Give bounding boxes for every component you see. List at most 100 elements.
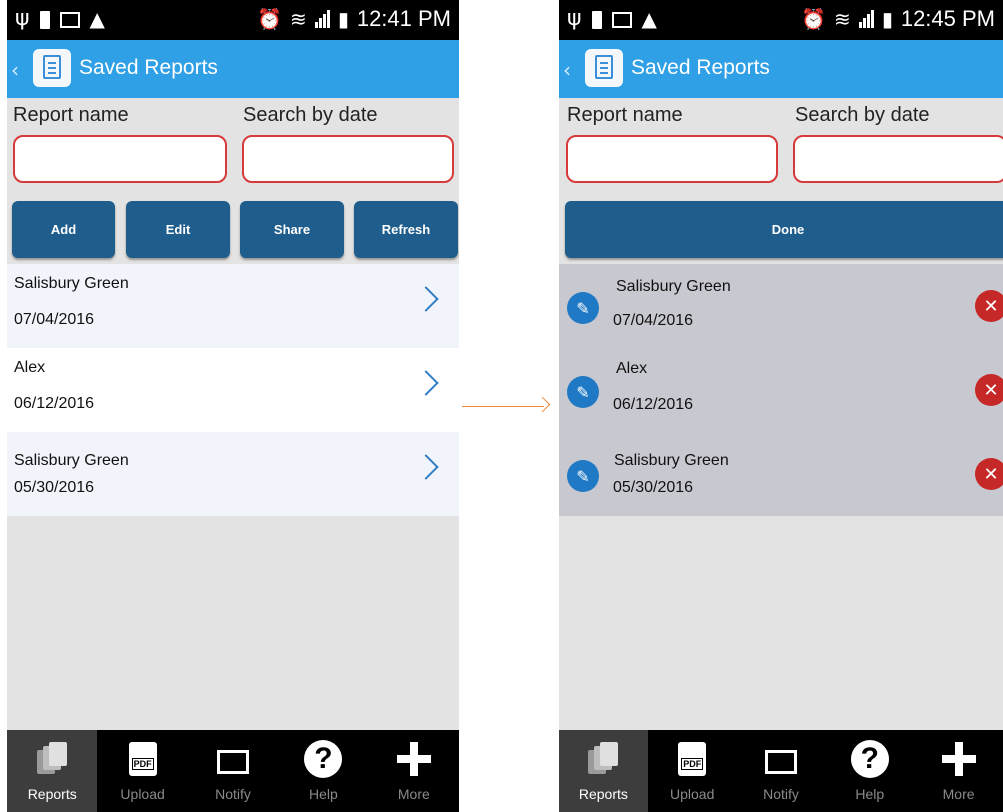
report-name: Salisbury Green	[14, 452, 129, 469]
report-date: 05/30/2016	[14, 479, 95, 496]
arrow-head-icon	[534, 396, 551, 413]
report-name-input[interactable]	[566, 135, 778, 183]
nav-label: Reports	[578, 786, 628, 802]
report-row[interactable]: ✎ Salisbury Green 05/30/2016 ✕	[559, 432, 1003, 516]
report-row[interactable]: ✎ Salisbury Green 07/04/2016 ✕	[559, 264, 1003, 348]
battery-saver-icon	[39, 10, 50, 29]
edit-button[interactable]: Edit	[126, 201, 230, 258]
nav-reports[interactable]: Reports	[559, 730, 648, 812]
delete-x-icon[interactable]: ✕	[975, 458, 1003, 490]
refresh-button[interactable]: Refresh	[354, 201, 458, 258]
report-date: 07/04/2016	[14, 311, 95, 328]
pdf-badge: PDF	[681, 758, 704, 770]
usb-icon: ψ	[15, 6, 30, 31]
report-name: Salisbury Green	[616, 278, 731, 295]
nav-label: Upload	[120, 786, 165, 802]
nav-reports[interactable]: Reports	[7, 730, 98, 812]
status-time: 12:41 PM	[356, 6, 451, 31]
nav-label: Reports	[27, 786, 77, 802]
report-date: 07/04/2016	[613, 312, 694, 329]
bottom-nav: Reports PDF Upload Notify ? Help More	[559, 730, 1003, 812]
report-row[interactable]: Alex 06/12/2016	[7, 348, 459, 432]
pencil-icon[interactable]: ✎	[567, 460, 599, 492]
status-time: 12:45 PM	[900, 6, 995, 31]
report-name: Salisbury Green	[14, 275, 129, 292]
report-date: 06/12/2016	[613, 396, 694, 413]
title-bar: ‹ Saved Reports	[7, 40, 459, 98]
pencil-icon[interactable]: ✎	[567, 292, 599, 324]
status-bar: ψ ▲ ⏰ ≋ ▮ 12:41 PM	[7, 0, 459, 40]
nav-more[interactable]: More	[914, 730, 1003, 812]
pencil-icon[interactable]: ✎	[567, 376, 599, 408]
delete-x-icon[interactable]: ✕	[975, 374, 1003, 406]
report-list: ✎ Salisbury Green 07/04/2016 ✕ ✎ Alex 06…	[559, 264, 1003, 516]
battery-icon: ▮	[881, 7, 893, 31]
nav-label: Upload	[670, 786, 715, 802]
report-row[interactable]: Salisbury Green 07/04/2016	[7, 264, 459, 348]
report-date: 06/12/2016	[14, 395, 95, 412]
wifi-icon: ≋	[290, 7, 307, 31]
folder-icon	[764, 750, 797, 774]
chevron-left-icon[interactable]: ‹	[11, 58, 19, 82]
signal-icon	[314, 10, 330, 28]
help-icon: ?	[850, 740, 889, 778]
search-by-date-input[interactable]	[793, 135, 1003, 183]
report-name-label: Report name	[13, 104, 129, 126]
report-row[interactable]: ✎ Alex 06/12/2016 ✕	[559, 348, 1003, 432]
report-row[interactable]: Salisbury Green 05/30/2016	[7, 432, 459, 516]
battery-saver-icon	[591, 10, 602, 29]
nav-notify[interactable]: Notify	[188, 730, 278, 812]
title-bar: ‹ Saved Reports	[559, 40, 1003, 98]
signal-icon	[858, 10, 874, 28]
report-name: Alex	[14, 359, 46, 376]
image-icon	[59, 11, 80, 28]
page-title: Saved Reports	[79, 56, 218, 79]
nav-label: More	[397, 786, 430, 802]
search-by-date-input[interactable]	[242, 135, 454, 183]
plus-icon	[396, 742, 431, 776]
nav-label: Help	[309, 786, 338, 802]
saved-reports-app-icon	[33, 49, 71, 87]
nav-label: More	[942, 786, 975, 802]
chevron-right-icon[interactable]	[413, 370, 439, 396]
usb-icon: ψ	[567, 6, 582, 31]
status-bar: ψ ▲ ⏰ ≋ ▮ 12:45 PM	[559, 0, 1003, 40]
nav-help[interactable]: ? Help	[825, 730, 914, 812]
pdf-icon: PDF	[678, 742, 707, 776]
add-button[interactable]: Add	[12, 201, 115, 258]
search-by-date-label: Search by date	[243, 104, 378, 126]
phone-screen-left: ψ ▲ ⏰ ≋ ▮ 12:41 PM ‹ Saved Reports Repor…	[7, 0, 459, 812]
reports-icon	[37, 742, 68, 776]
done-button[interactable]: Done	[565, 201, 1003, 258]
share-button[interactable]: Share	[240, 201, 344, 258]
nav-upload[interactable]: PDF Upload	[97, 730, 187, 812]
search-by-date-label: Search by date	[795, 104, 930, 126]
warning-icon: ▲	[89, 6, 105, 31]
battery-icon: ▮	[337, 7, 349, 31]
report-name-input[interactable]	[13, 135, 227, 183]
pdf-icon: PDF	[128, 742, 157, 776]
nav-upload[interactable]: PDF Upload	[648, 730, 737, 812]
report-name: Alex	[616, 360, 648, 377]
chevron-right-icon[interactable]	[413, 454, 439, 480]
bottom-nav: Reports PDF Upload Notify ? Help More	[7, 730, 459, 812]
reports-icon	[588, 742, 619, 776]
warning-icon: ▲	[641, 6, 657, 31]
report-name: Salisbury Green	[614, 452, 729, 469]
nav-label: Help	[855, 786, 885, 802]
nav-help[interactable]: ? Help	[278, 730, 368, 812]
nav-more[interactable]: More	[369, 730, 459, 812]
nav-notify[interactable]: Notify	[737, 730, 826, 812]
phone-screen-right: ψ ▲ ⏰ ≋ ▮ 12:45 PM ‹ Saved Reports Repor…	[559, 0, 1003, 812]
report-name-label: Report name	[567, 104, 683, 126]
saved-reports-app-icon	[585, 49, 623, 87]
alarm-icon: ⏰	[801, 7, 827, 31]
nav-label: Notify	[763, 786, 799, 802]
alarm-icon: ⏰	[257, 7, 283, 31]
chevron-left-icon[interactable]: ‹	[563, 58, 571, 82]
report-list: Salisbury Green 07/04/2016 Alex 06/12/20…	[7, 264, 459, 516]
chevron-right-icon[interactable]	[413, 286, 439, 312]
delete-x-icon[interactable]: ✕	[975, 290, 1003, 322]
report-date: 05/30/2016	[613, 479, 694, 496]
nav-label: Notify	[215, 786, 251, 802]
